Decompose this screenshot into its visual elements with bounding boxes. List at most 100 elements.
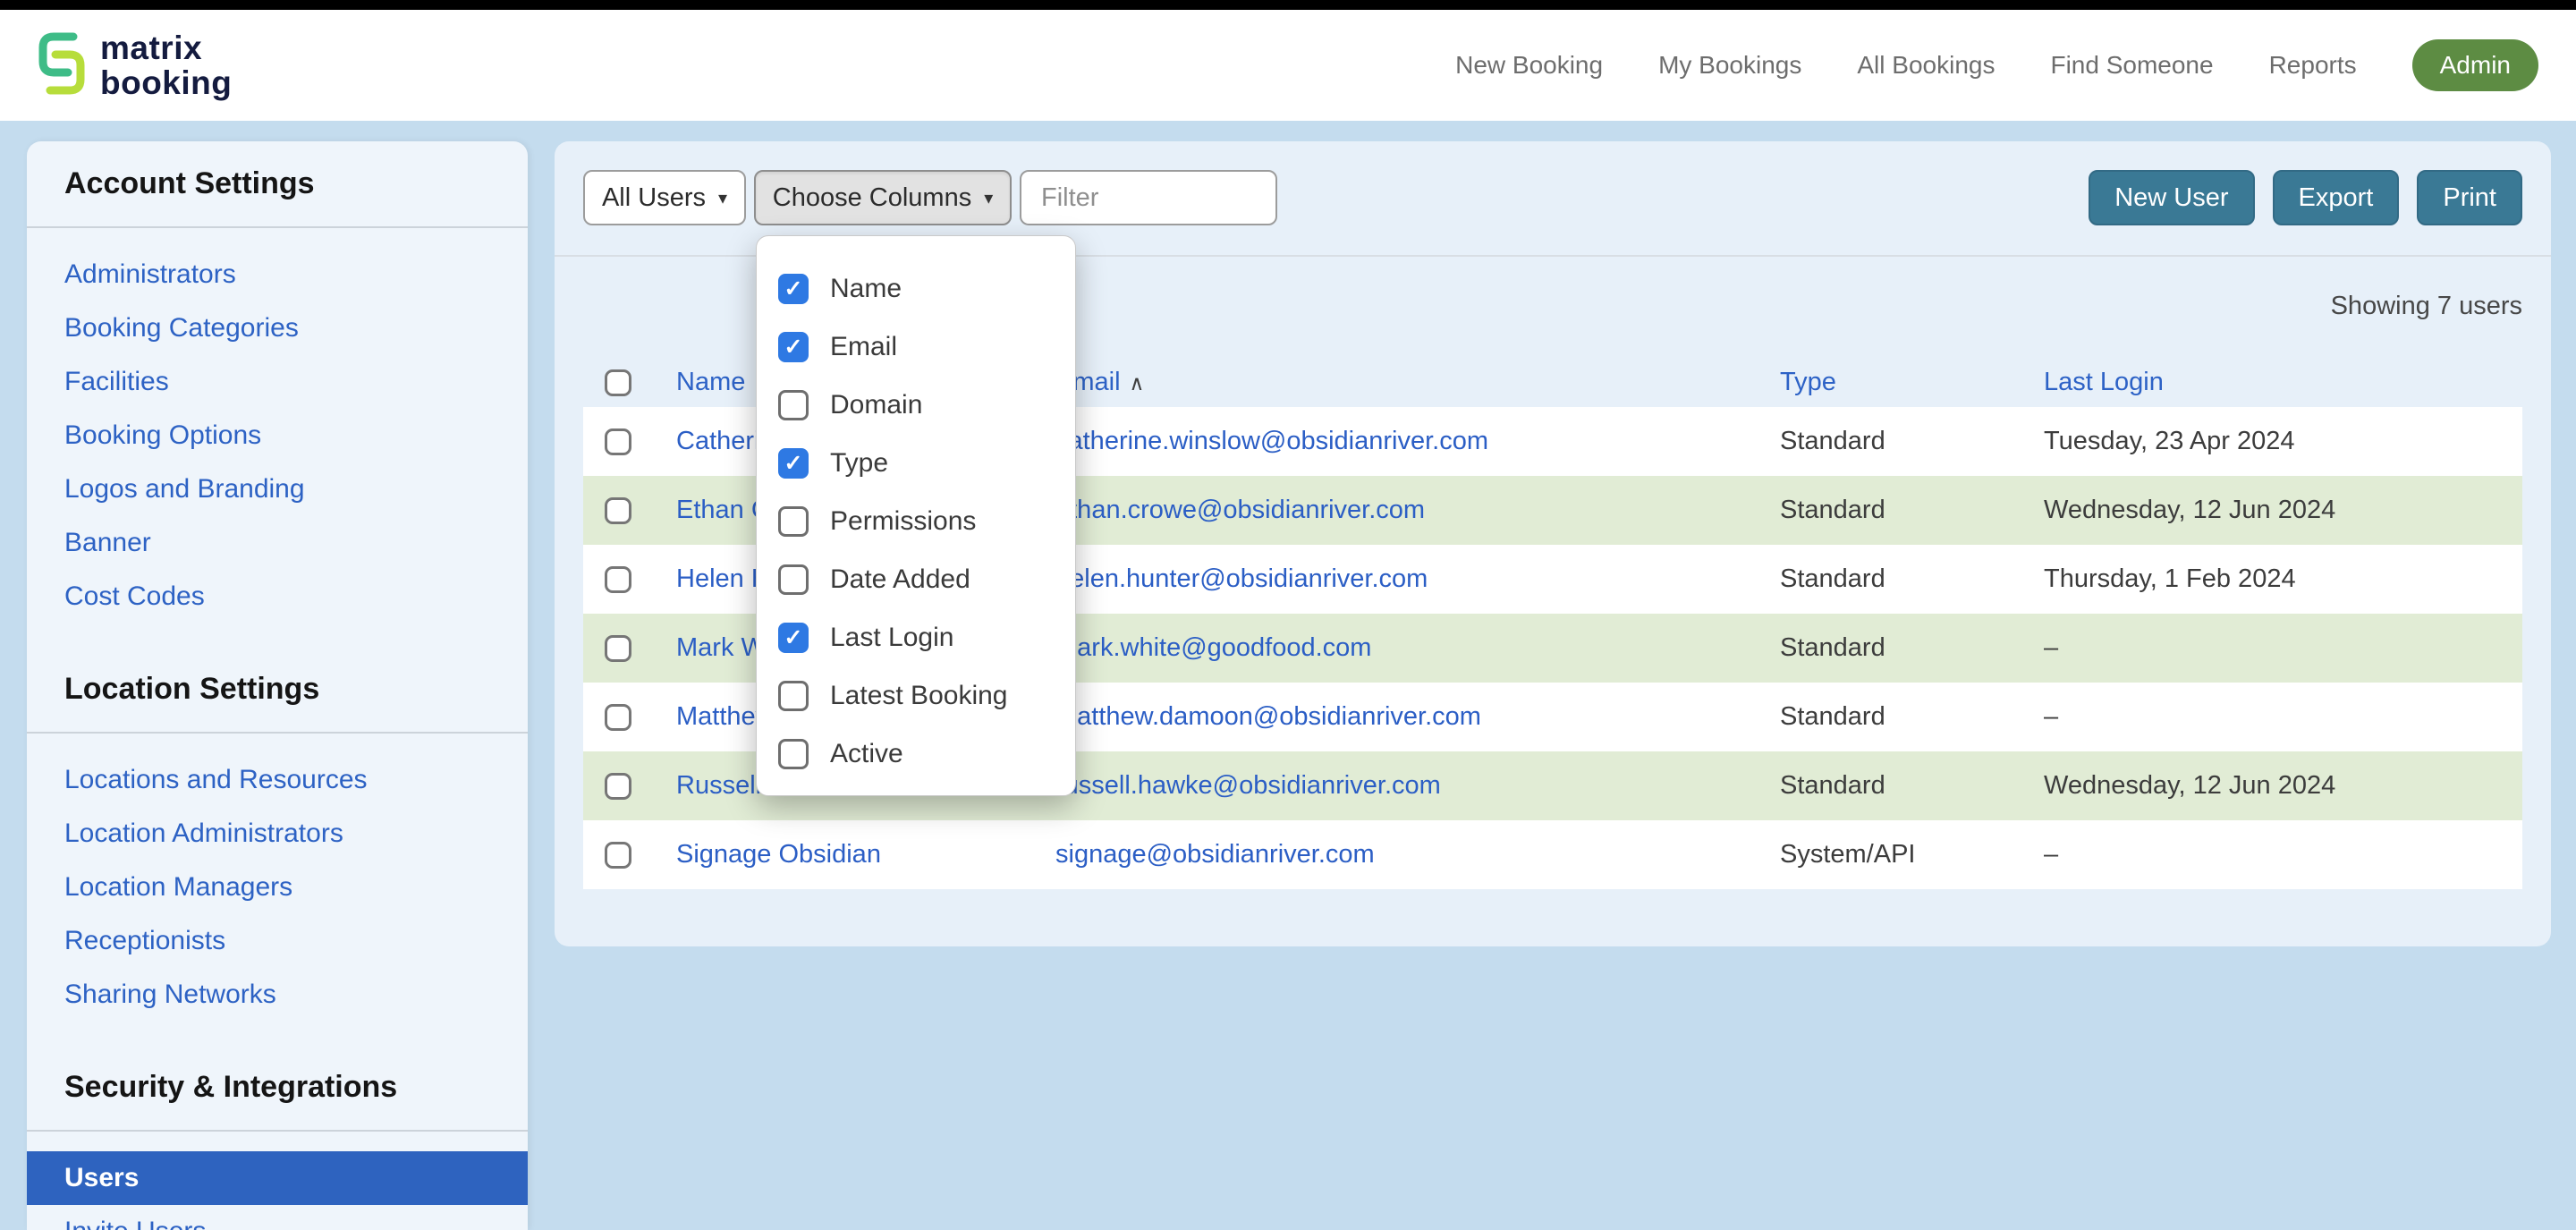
- columns-menu-item-latest-booking[interactable]: Latest Booking: [757, 666, 1075, 725]
- columns-menu-item-date-added[interactable]: Date Added: [757, 550, 1075, 608]
- row-checkbox-matthew-damoon[interactable]: [605, 704, 631, 731]
- columns-menu-label-date-added: Date Added: [830, 564, 970, 595]
- sidebar-item-booking-options[interactable]: Booking Options: [27, 409, 528, 462]
- user-email-link[interactable]: signage@obsidianriver.com: [1055, 840, 1780, 869]
- sidebar-heading-location-settings: Location Settings: [27, 636, 528, 732]
- sidebar-section-account-settings: Account SettingsAdministratorsBooking Ca…: [27, 141, 528, 636]
- admin-button[interactable]: Admin: [2412, 39, 2538, 91]
- columns-menu-item-name[interactable]: ✓ Name: [757, 259, 1075, 318]
- row-checkbox-helen-hunter[interactable]: [605, 566, 631, 593]
- sidebar-section-location-settings: Location SettingsLocations and Resources…: [27, 636, 528, 1034]
- user-email-link[interactable]: russell.hawke@obsidianriver.com: [1055, 771, 1780, 801]
- columns-menu-label-domain: Domain: [830, 390, 922, 420]
- filter-input[interactable]: [1020, 170, 1277, 225]
- row-checkbox-catherine-winslow[interactable]: [605, 428, 631, 455]
- checkbox-email-checked[interactable]: ✓: [778, 332, 809, 362]
- columns-menu-label-type: Type: [830, 448, 888, 479]
- row-checkbox-russell-hawke[interactable]: [605, 773, 631, 800]
- user-email-link[interactable]: matthew.damoon@obsidianriver.com: [1055, 702, 1780, 732]
- user-last-login: Thursday, 1 Feb 2024: [2044, 564, 2522, 594]
- user-email-link[interactable]: ethan.crowe@obsidianriver.com: [1055, 496, 1780, 525]
- sidebar-item-location-managers[interactable]: Location Managers: [27, 861, 528, 914]
- user-email-link[interactable]: helen.hunter@obsidianriver.com: [1055, 564, 1780, 594]
- columns-menu-item-last-login[interactable]: ✓ Last Login: [757, 608, 1075, 666]
- columns-menu-item-domain[interactable]: Domain: [757, 376, 1075, 434]
- page: matrix booking New Booking My Bookings All…: [0, 0, 2576, 1230]
- column-header-last-login[interactable]: Last Login: [2044, 368, 2522, 397]
- checkbox-date-added-unchecked[interactable]: [778, 564, 809, 595]
- user-last-login: –: [2044, 633, 2522, 663]
- checkbox-name-checked[interactable]: ✓: [778, 274, 809, 304]
- sidebar-item-banner[interactable]: Banner: [27, 516, 528, 570]
- sidebar-item-receptionists[interactable]: Receptionists: [27, 914, 528, 968]
- checkbox-domain-unchecked[interactable]: [778, 390, 809, 420]
- sidebar-item-booking-categories[interactable]: Booking Categories: [27, 301, 528, 355]
- user-last-login: Wednesday, 12 Jun 2024: [2044, 496, 2522, 525]
- nav-all-bookings[interactable]: All Bookings: [1857, 51, 1995, 80]
- columns-menu-label-active: Active: [830, 739, 903, 769]
- select-all-checkbox[interactable]: [605, 369, 631, 396]
- brand-line-1: matrix: [100, 30, 232, 65]
- sidebar-item-facilities[interactable]: Facilities: [27, 355, 528, 409]
- export-button[interactable]: Export: [2273, 170, 2400, 225]
- columns-menu-label-latest-booking: Latest Booking: [830, 681, 1007, 711]
- sidebar-item-users[interactable]: Users: [27, 1151, 528, 1205]
- app-header: matrix booking New Booking My Bookings All…: [0, 10, 2576, 121]
- sidebar-item-locations-and-resources[interactable]: Locations and Resources: [27, 753, 528, 807]
- sidebar-item-invite-users[interactable]: Invite Users: [27, 1205, 528, 1230]
- sidebar-item-administrators[interactable]: Administrators: [27, 248, 528, 301]
- matrix-booking-logo-icon: [38, 30, 86, 102]
- columns-menu-item-email[interactable]: ✓ Email: [757, 318, 1075, 376]
- checkbox-type-checked[interactable]: ✓: [778, 448, 809, 479]
- column-header-email[interactable]: Email∧: [1055, 368, 1780, 397]
- user-email-link[interactable]: mark.white@goodfood.com: [1055, 633, 1780, 663]
- table-row-signage-obsidian: Signage Obsidiansignage@obsidianriver.co…: [583, 820, 2522, 889]
- columns-menu-label-name: Name: [830, 274, 902, 304]
- user-name-link[interactable]: Signage Obsidian: [676, 840, 1055, 869]
- user-email-link[interactable]: catherine.winslow@obsidianriver.com: [1055, 427, 1780, 456]
- sidebar-list: AdministratorsBooking CategoriesFaciliti…: [27, 228, 528, 636]
- brand-wordmark: matrix booking: [100, 30, 232, 100]
- sidebar-section-security-integrations: Security & Integrations UsersInvite Users: [27, 1034, 528, 1230]
- sidebar: Account SettingsAdministratorsBooking Ca…: [27, 141, 528, 1230]
- checkbox-active-unchecked[interactable]: [778, 739, 809, 769]
- sort-ascending-icon: ∧: [1130, 371, 1145, 394]
- brand-logo[interactable]: matrix booking: [38, 30, 232, 102]
- columns-menu: ✓ Name ✓ Email Domain ✓ Type Permissions Date Ad…: [756, 235, 1076, 796]
- user-type: Standard: [1780, 564, 2044, 594]
- all-users-label: All Users: [602, 183, 706, 213]
- row-checkbox-ethan-crowe[interactable]: [605, 497, 631, 524]
- columns-menu-item-active[interactable]: Active: [757, 725, 1075, 783]
- nav-reports[interactable]: Reports: [2269, 51, 2357, 80]
- chevron-down-icon: ▾: [718, 187, 727, 209]
- user-type: System/API: [1780, 840, 2044, 869]
- column-header-type[interactable]: Type: [1780, 368, 2044, 397]
- nav-my-bookings[interactable]: My Bookings: [1658, 51, 1801, 80]
- row-checkbox-signage-obsidian[interactable]: [605, 842, 631, 869]
- sidebar-item-sharing-networks[interactable]: Sharing Networks: [27, 968, 528, 1022]
- choose-columns-button[interactable]: Choose Columns ▾: [754, 170, 1012, 225]
- columns-menu-item-type[interactable]: ✓ Type: [757, 434, 1075, 492]
- checkbox-permissions-unchecked[interactable]: [778, 506, 809, 537]
- print-button[interactable]: Print: [2417, 170, 2522, 225]
- columns-menu-label-last-login: Last Login: [830, 623, 953, 653]
- user-last-login: Tuesday, 23 Apr 2024: [2044, 427, 2522, 456]
- all-users-dropdown[interactable]: All Users ▾: [583, 170, 746, 225]
- user-type: Standard: [1780, 427, 2044, 456]
- sidebar-heading-account-settings: Account Settings: [27, 141, 528, 226]
- checkbox-last-login-checked[interactable]: ✓: [778, 623, 809, 653]
- columns-menu-item-permissions[interactable]: Permissions: [757, 492, 1075, 550]
- nav-find-someone[interactable]: Find Someone: [2050, 51, 2213, 80]
- sidebar-item-cost-codes[interactable]: Cost Codes: [27, 570, 528, 623]
- nav-new-booking[interactable]: New Booking: [1455, 51, 1603, 80]
- user-type: Standard: [1780, 633, 2044, 663]
- row-checkbox-mark-white[interactable]: [605, 635, 631, 662]
- sidebar-item-location-administrators[interactable]: Location Administrators: [27, 807, 528, 861]
- sidebar-heading-security-integrations: Security & Integrations: [27, 1034, 528, 1130]
- checkbox-latest-booking-unchecked[interactable]: [778, 681, 809, 711]
- new-user-button[interactable]: New User: [2089, 170, 2254, 225]
- sidebar-item-logos-and-branding[interactable]: Logos and Branding: [27, 462, 528, 516]
- sidebar-list: Locations and ResourcesLocation Administ…: [27, 734, 528, 1034]
- chevron-down-icon: ▾: [984, 187, 993, 209]
- columns-menu-label-email: Email: [830, 332, 897, 362]
